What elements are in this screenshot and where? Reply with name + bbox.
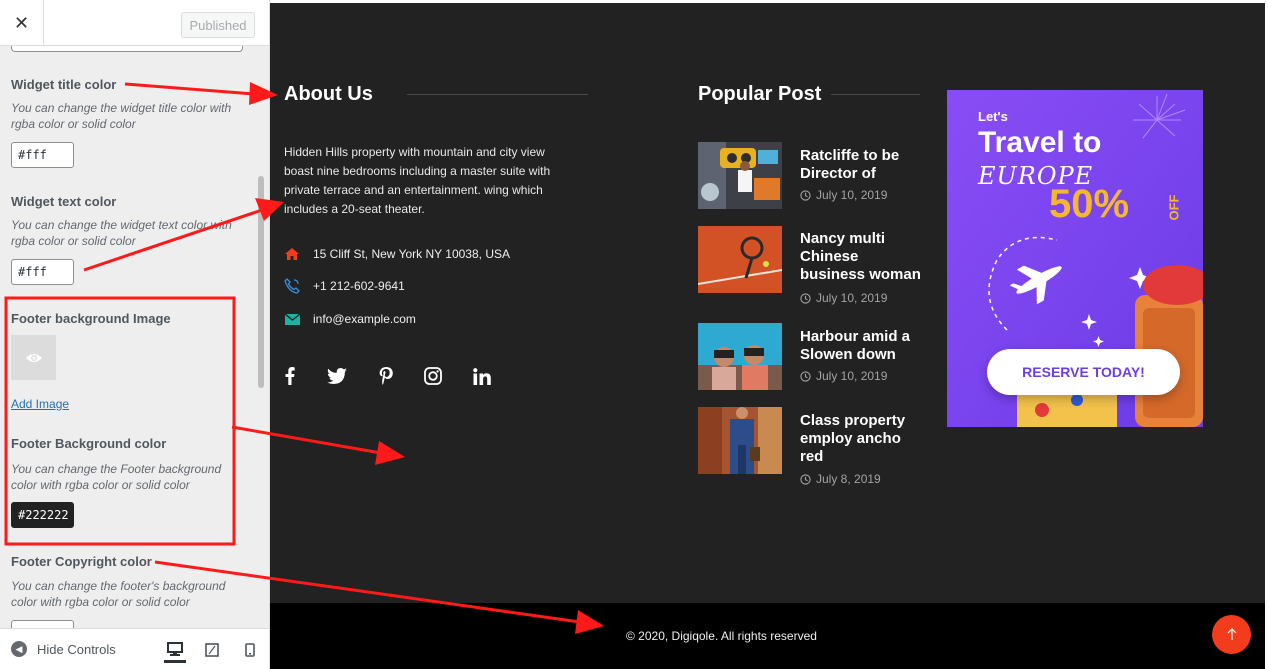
customizer-controls: Widget title color You can change the wi… [0, 46, 269, 628]
customizer-header: ✕ Published [0, 0, 269, 46]
published-button[interactable]: Published [181, 12, 255, 38]
post-thumbnail[interactable] [698, 142, 782, 209]
post-title[interactable]: Harbour amid a Slowen down [800, 328, 925, 364]
post-thumbnail[interactable] [698, 226, 782, 293]
desktop-icon [167, 641, 183, 656]
clock-icon [800, 370, 811, 382]
mobile-icon [245, 643, 255, 657]
footer-background-color-description: You can change the Footer background col… [11, 462, 222, 492]
close-icon: ✕ [13, 12, 30, 34]
widget-text-color-label: Widget text color [11, 194, 117, 209]
post-date-text: July 10, 2019 [816, 188, 888, 202]
pinterest-icon [379, 367, 393, 385]
hide-controls-button[interactable]: ◀ Hide Controls [11, 639, 116, 659]
linkedin-icon [473, 367, 491, 385]
post-title[interactable]: Ratcliffe to be Director of [800, 147, 925, 183]
widget-text-color-description: You can change the widget text color wit… [11, 218, 232, 248]
customizer-sidebar: ✕ Published Widget title color You can c… [0, 0, 270, 669]
copyright-bar: © 2020, Digiqole. All rights reserved [270, 603, 1265, 669]
phone-icon [284, 278, 300, 294]
popular-post-item[interactable]: Ratcliffe to be Director of July 10, 201… [698, 142, 928, 212]
footer-background-image-preview[interactable] [11, 335, 56, 380]
contact-email: info@example.com [284, 311, 416, 327]
clock-icon [800, 473, 811, 485]
envelope-icon [284, 311, 300, 327]
contact-address-text: 15 Cliff St, New York NY 10038, USA [313, 247, 510, 261]
popular-post-title-divider [831, 94, 920, 95]
site-preview: About Us Hidden Hills property with moun… [270, 3, 1265, 669]
post-date: July 10, 2019 [800, 291, 887, 305]
footer-copyright-color-description: You can change the footer's background c… [11, 579, 226, 609]
popular-post-item[interactable]: Nancy multi Chinese business woman July … [698, 226, 928, 305]
add-image-link[interactable]: Add Image [11, 397, 69, 411]
linkedin-link[interactable] [471, 365, 493, 387]
copyright-text: © 2020, Digiqole. All rights reserved [626, 629, 817, 643]
back-to-top-button[interactable] [1212, 615, 1251, 654]
contact-phone: +1 212-602-9641 [284, 278, 405, 294]
footer-background-color-label: Footer Background color [11, 436, 167, 451]
reserve-today-button[interactable]: RESERVE TODAY! [987, 349, 1180, 395]
contact-address: 15 Cliff St, New York NY 10038, USA [284, 246, 510, 262]
tablet-icon [205, 643, 219, 657]
sidebar-scrollbar[interactable] [258, 176, 264, 388]
about-us-title-divider [407, 94, 588, 95]
post-date: July 10, 2019 [800, 188, 887, 202]
instagram-icon [424, 367, 442, 385]
post-thumbnail[interactable] [698, 407, 782, 474]
home-icon [284, 246, 300, 262]
footer-copyright-color-label: Footer Copyright color [11, 554, 152, 569]
contact-email-text: info@example.com [313, 312, 416, 326]
widget-text-color-input[interactable]: #fff [11, 259, 74, 285]
facebook-link[interactable] [279, 365, 301, 387]
widget-title-color-input[interactable]: #fff [11, 142, 74, 168]
travel-ad-banner[interactable]: Let's Travel to EUROPE 50% OFF RESERVE T… [947, 90, 1203, 427]
popular-post-item[interactable]: Class property employ ancho red July 8, … [698, 407, 928, 487]
desktop-preview-button[interactable] [164, 637, 186, 663]
instagram-link[interactable] [422, 365, 444, 387]
ad-lets-text: Let's [978, 109, 1008, 124]
customizer-footer: ◀ Hide Controls [0, 628, 269, 669]
contact-phone-text: +1 212-602-9641 [313, 279, 405, 293]
pinterest-link[interactable] [375, 365, 397, 387]
previous-control-input[interactable] [11, 46, 243, 52]
post-date-text: July 10, 2019 [816, 369, 888, 383]
footer-background-color-input[interactable]: #222222 [11, 502, 74, 528]
widget-title-color-label: Widget title color [11, 77, 117, 92]
about-us-title: About Us [284, 83, 373, 105]
widget-title-color-description: You can change the widget title color wi… [11, 101, 232, 131]
clock-icon [800, 189, 811, 201]
post-thumbnail[interactable] [698, 323, 782, 390]
twitter-link[interactable] [326, 365, 348, 387]
eye-icon [25, 353, 42, 362]
tablet-preview-button[interactable] [201, 637, 223, 663]
ad-off-text: OFF [1166, 194, 1182, 221]
footer-copyright-color-input[interactable] [11, 620, 74, 628]
mobile-preview-button[interactable] [239, 637, 261, 663]
clock-icon [800, 292, 811, 304]
about-us-text: Hidden Hills property with mountain and … [284, 145, 551, 216]
close-customizer-button[interactable]: ✕ [0, 0, 44, 46]
arrow-up-icon [1227, 628, 1236, 640]
post-date: July 10, 2019 [800, 369, 887, 383]
ad-discount-text: 50% [1049, 182, 1130, 226]
footer-background-image-label: Footer background Image [11, 311, 171, 326]
post-title[interactable]: Class property employ ancho red [800, 412, 925, 466]
collapse-icon: ◀ [11, 641, 27, 657]
hide-controls-label: Hide Controls [37, 641, 116, 657]
popular-post-item[interactable]: Harbour amid a Slowen down July 10, 2019 [698, 323, 928, 393]
facebook-icon [285, 367, 295, 385]
popular-post-title: Popular Post [698, 83, 822, 105]
ad-travel-text: Travel to [978, 126, 1102, 159]
post-date: July 8, 2019 [800, 472, 881, 486]
post-title[interactable]: Nancy multi Chinese business woman [800, 230, 925, 284]
post-date-text: July 10, 2019 [816, 291, 888, 305]
twitter-icon [327, 368, 347, 384]
post-date-text: July 8, 2019 [816, 472, 881, 486]
